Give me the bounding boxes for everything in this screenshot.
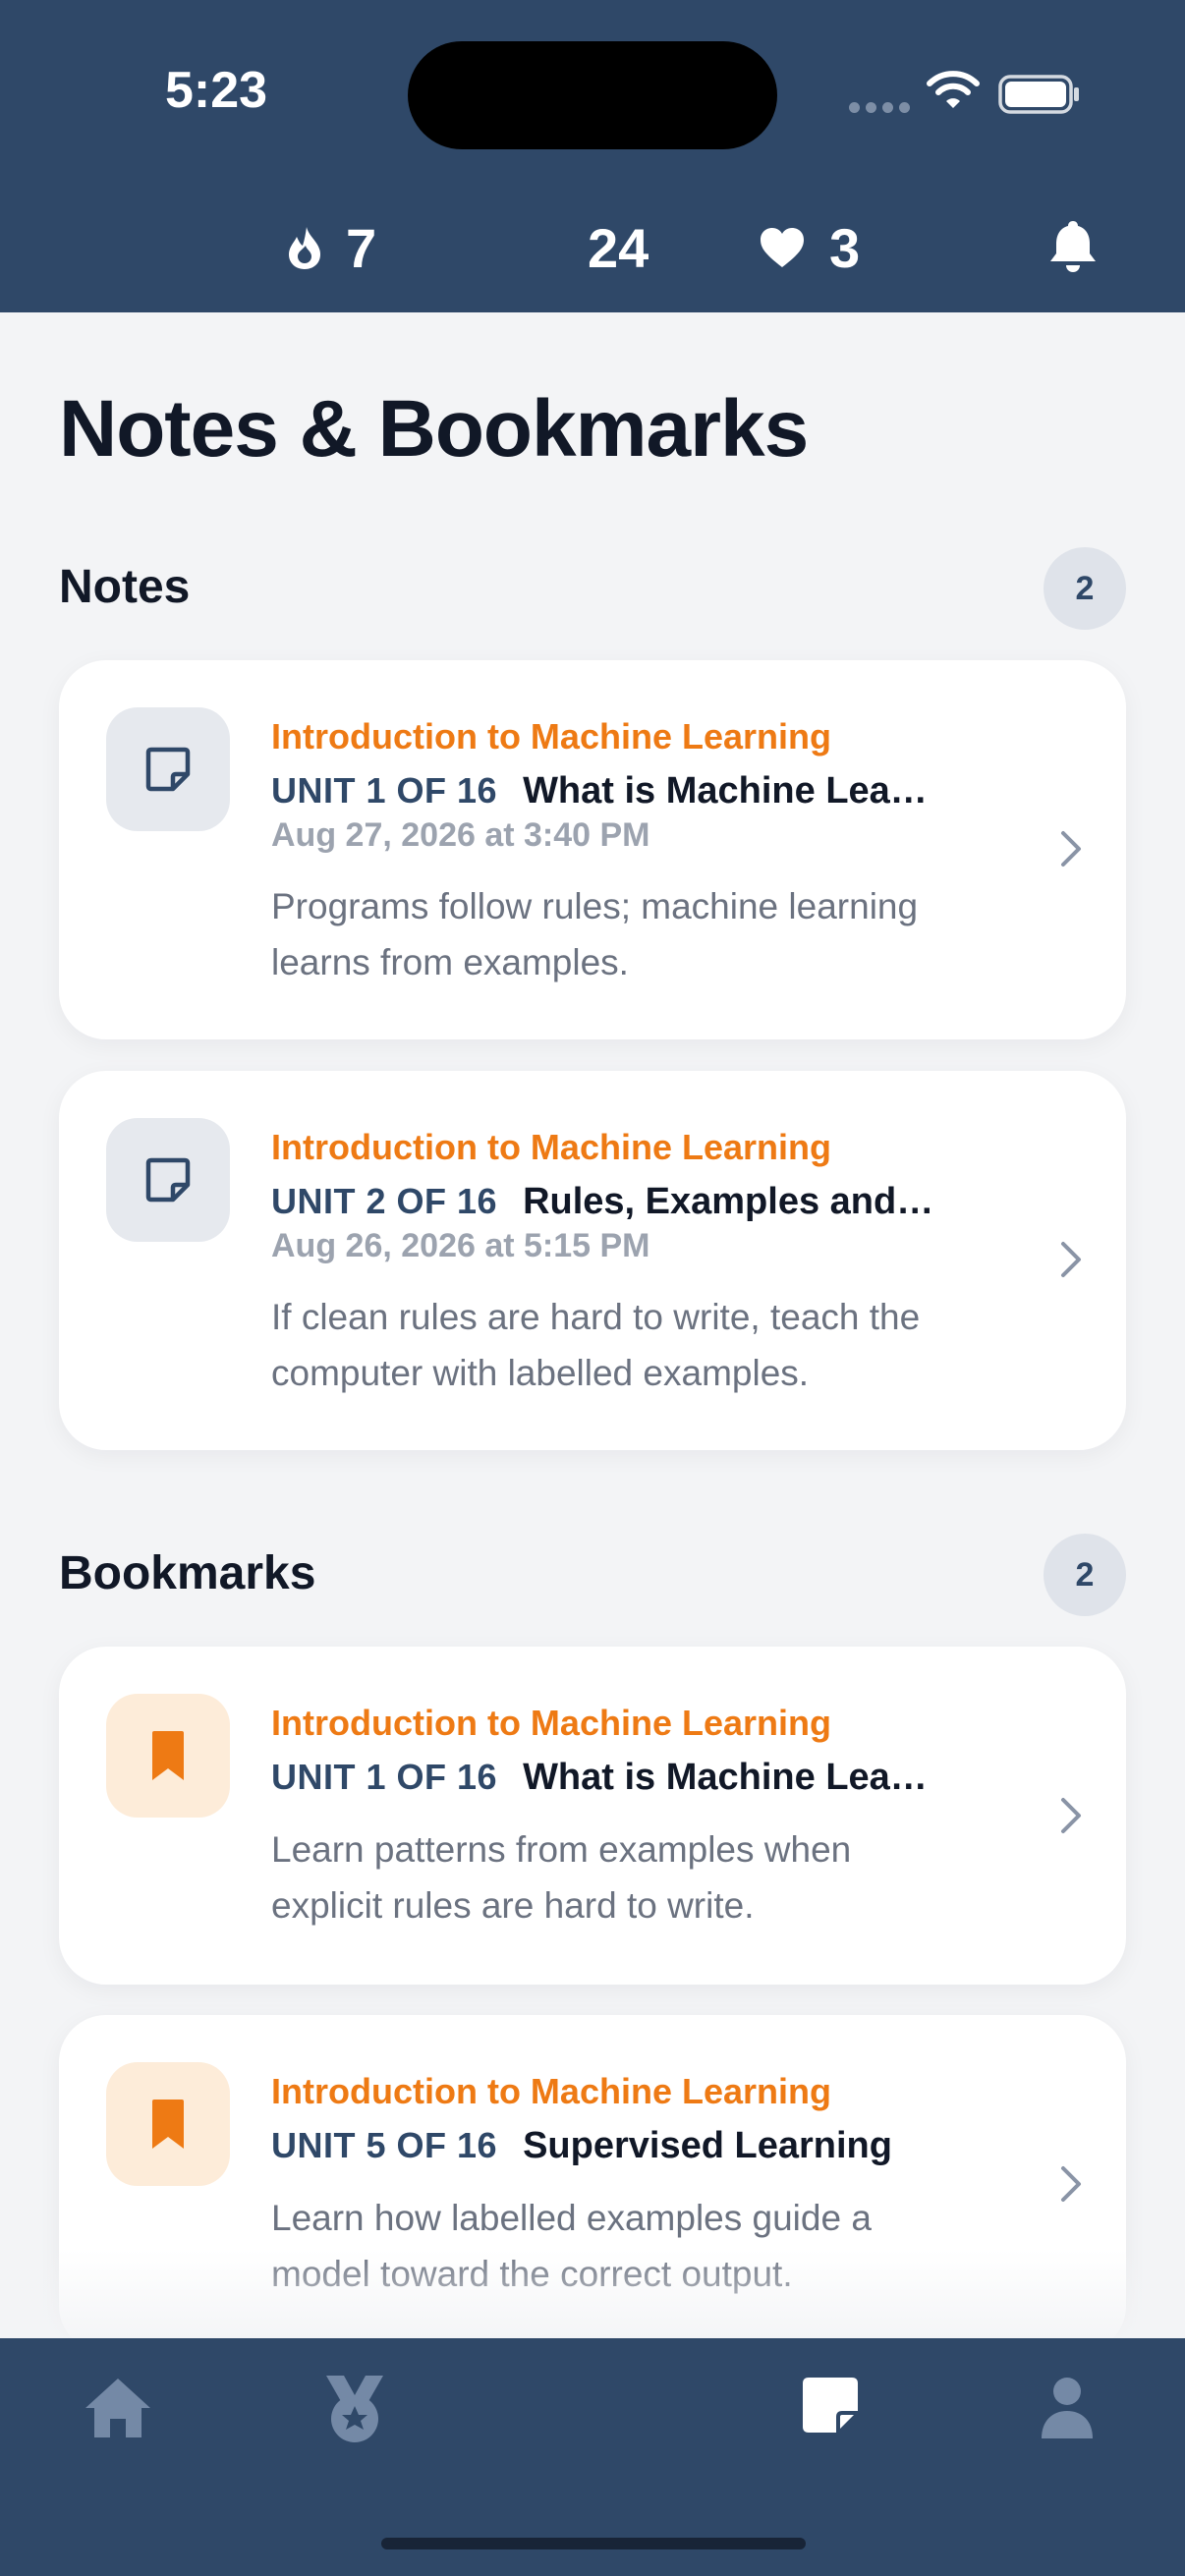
bookmark-lesson-title: Supervised Learning xyxy=(523,2125,892,2166)
streak-count: 7 xyxy=(346,216,377,279)
bookmark-unit: UNIT 1 OF 16 xyxy=(271,1757,498,1797)
bookmark-course: Introduction to Machine Learning xyxy=(271,2071,831,2111)
top-bar: 5:23 7 24 3 xyxy=(0,0,1185,312)
profile-icon[interactable] xyxy=(1040,2376,1095,2440)
chevron-right-icon xyxy=(1061,831,1081,867)
wifi-icon xyxy=(927,71,980,108)
note-lesson-title: What is Machine Lea… xyxy=(523,770,928,812)
bookmark-unit: UNIT 5 OF 16 xyxy=(271,2125,498,2165)
note-course: Introduction to Machine Learning xyxy=(271,1127,831,1167)
note-unit: UNIT 2 OF 16 xyxy=(271,1181,498,1221)
bell-icon[interactable] xyxy=(1048,218,1098,275)
bookmark-lesson-title: What is Machine Lea… xyxy=(523,1757,928,1798)
note-card[interactable]: Introduction to Machine Learning UNIT 2 … xyxy=(59,1071,1126,1450)
medal-icon[interactable] xyxy=(320,2374,389,2444)
status-time: 5:23 xyxy=(165,62,268,119)
bookmark-text: Learn how labelled examples guide a mode… xyxy=(271,2198,872,2294)
note-icon xyxy=(106,1118,230,1242)
notes-section-title: Notes xyxy=(59,561,191,613)
flame-icon xyxy=(287,225,322,270)
bookmark-card[interactable]: Introduction to Machine Learning UNIT 5 … xyxy=(59,2015,1126,2353)
dynamic-island xyxy=(408,41,777,149)
bookmark-icon xyxy=(106,2062,230,2186)
battery-icon xyxy=(998,75,1079,114)
bookmarks-count-badge: 2 xyxy=(1044,1534,1126,1616)
page-title: Notes & Bookmarks xyxy=(59,384,809,474)
hearts-count: 3 xyxy=(829,216,861,279)
note-card[interactable]: Introduction to Machine Learning UNIT 1 … xyxy=(59,660,1126,1039)
note-date: Aug 26, 2026 at 5:15 PM xyxy=(271,1227,650,1264)
xp-stat[interactable]: 24 xyxy=(588,216,649,279)
bookmark-icon xyxy=(106,1694,230,1818)
streak-stat[interactable]: 7 xyxy=(287,216,376,279)
chevron-right-icon xyxy=(1061,1242,1081,1277)
heart-icon xyxy=(759,227,806,268)
chevron-right-icon xyxy=(1061,2166,1081,2202)
hearts-stat[interactable]: 3 xyxy=(759,216,860,279)
note-icon xyxy=(106,707,230,831)
chevron-right-icon xyxy=(1061,1798,1081,1833)
bookmark-text: Learn patterns from examples when explic… xyxy=(271,1829,852,1926)
note-lesson-title: Rules, Examples and… xyxy=(523,1181,934,1222)
note-course: Introduction to Machine Learning xyxy=(271,716,831,756)
notes-icon[interactable] xyxy=(801,2376,860,2435)
xp-count: 24 xyxy=(588,216,649,279)
note-text: Programs follow rules; machine learning … xyxy=(271,886,919,982)
bookmarks-section-title: Bookmarks xyxy=(59,1547,316,1599)
cellular-signal-icon xyxy=(849,102,910,113)
notes-count-badge: 2 xyxy=(1044,547,1126,630)
note-unit: UNIT 1 OF 16 xyxy=(271,770,498,811)
home-icon[interactable] xyxy=(83,2376,153,2440)
note-text: If clean rules are hard to write, teach … xyxy=(271,1297,921,1393)
bookmark-card[interactable]: Introduction to Machine Learning UNIT 1 … xyxy=(59,1647,1126,1985)
note-date: Aug 27, 2026 at 3:40 PM xyxy=(271,816,650,854)
bookmark-course: Introduction to Machine Learning xyxy=(271,1703,831,1743)
home-indicator xyxy=(381,2538,806,2549)
